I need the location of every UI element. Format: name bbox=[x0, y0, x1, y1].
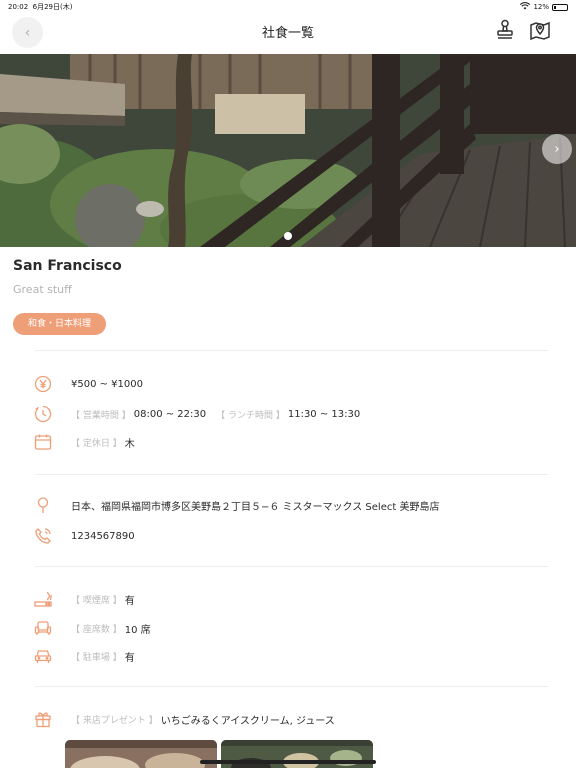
phone-row[interactable]: 1234567890 bbox=[34, 526, 135, 546]
clock-icon bbox=[34, 405, 52, 423]
holiday-label: 【 定休日 】 bbox=[71, 438, 122, 449]
calendar-icon bbox=[34, 433, 52, 451]
location-icon bbox=[34, 496, 52, 514]
hours-label: 【 営業時間 】 bbox=[71, 410, 131, 421]
map-pin-icon bbox=[530, 21, 550, 41]
phone-icon bbox=[34, 527, 52, 545]
divider bbox=[35, 566, 548, 567]
present-value: いちごみるくアイスクリーム, ジュース bbox=[160, 715, 335, 727]
divider bbox=[35, 474, 548, 475]
carousel-next-button[interactable]: › bbox=[542, 134, 572, 164]
gift-icon bbox=[34, 710, 52, 728]
restaurant-name: San Francisco bbox=[13, 258, 122, 274]
present-label: 【 来店プレゼント 】 bbox=[71, 715, 158, 726]
lunch-value: 11:30 ~ 13:30 bbox=[287, 408, 361, 420]
smoking-row: 【 喫煙席 】 有 bbox=[34, 589, 145, 609]
seats-row: 【 座席数 】 10 席 bbox=[34, 618, 161, 638]
smoking-label: 【 喫煙席 】 bbox=[71, 595, 122, 606]
wifi-icon bbox=[520, 2, 531, 12]
carousel-indicator bbox=[0, 232, 576, 240]
photo-thumbnail[interactable] bbox=[65, 740, 217, 768]
holiday-value: 木 bbox=[124, 438, 135, 450]
hours-row: 【 営業時間 】 08:00 ~ 22:30 【 ランチ時間 】 11:30 ~… bbox=[34, 404, 370, 424]
category-tag: 和食・日本料理 bbox=[13, 313, 107, 335]
divider bbox=[35, 350, 548, 351]
carousel-dot-active[interactable] bbox=[284, 232, 292, 240]
restaurant-description: Great stuff bbox=[13, 283, 72, 296]
map-button[interactable] bbox=[528, 18, 552, 42]
hero-carousel[interactable]: › bbox=[0, 54, 576, 247]
parking-row: 【 駐車場 】 有 bbox=[34, 646, 145, 666]
navigation-bar: ‹ 社食一覧 bbox=[0, 14, 576, 54]
stamp-button[interactable] bbox=[493, 18, 517, 42]
lunch-label: 【 ランチ時間 】 bbox=[216, 410, 285, 421]
hero-photo bbox=[0, 54, 576, 247]
holiday-row: 【 定休日 】 木 bbox=[34, 432, 145, 452]
battery-icon bbox=[552, 3, 568, 11]
stamp-icon bbox=[497, 19, 513, 39]
divider bbox=[35, 686, 548, 687]
smoking-icon bbox=[34, 590, 52, 608]
parking-value: 有 bbox=[124, 652, 135, 664]
parking-icon bbox=[34, 647, 52, 665]
seats-value: 10 席 bbox=[124, 624, 151, 636]
status-right: 12% bbox=[520, 2, 568, 12]
phone-number: 1234567890 bbox=[71, 530, 135, 542]
parking-label: 【 駐車場 】 bbox=[71, 652, 122, 663]
page-title: 社食一覧 bbox=[261, 26, 314, 41]
price-range: ¥500 ~ ¥1000 bbox=[71, 378, 143, 390]
address-text: 日本、福岡県福岡市博多区美野島２丁目５−６ ミスターマックス Select 美野… bbox=[71, 501, 440, 513]
seat-icon bbox=[34, 619, 52, 637]
battery-percent: 12% bbox=[533, 3, 549, 11]
address-row[interactable]: 日本、福岡県福岡市博多区美野島２丁目５−６ ミスターマックス Select 美野… bbox=[34, 495, 439, 515]
chevron-right-icon: › bbox=[554, 141, 560, 157]
status-time: 20:02 6月29日(木) bbox=[8, 3, 73, 11]
home-indicator bbox=[200, 760, 376, 764]
smoking-value: 有 bbox=[124, 595, 135, 607]
yen-icon bbox=[34, 375, 52, 393]
hours-value: 08:00 ~ 22:30 bbox=[133, 408, 207, 420]
seats-label: 【 座席数 】 bbox=[71, 624, 122, 635]
price-row: ¥500 ~ ¥1000 bbox=[34, 374, 143, 394]
status-bar: 20:02 6月29日(木) 12% bbox=[0, 0, 576, 14]
present-row: 【 来店プレゼント 】 いちごみるくアイスクリーム, ジュース bbox=[34, 709, 345, 729]
